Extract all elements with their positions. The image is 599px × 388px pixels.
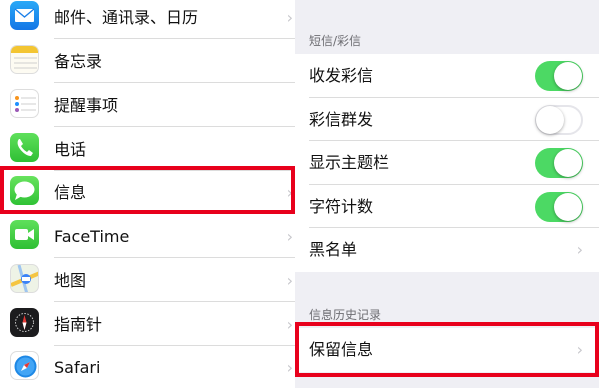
settings-item-notes[interactable]: 备忘录 xyxy=(0,40,295,83)
toggle-knob xyxy=(554,149,582,177)
toggle-knob xyxy=(554,62,582,90)
mms-toggle[interactable] xyxy=(535,61,583,91)
divider xyxy=(54,82,295,83)
character-count-toggle[interactable] xyxy=(535,191,583,222)
maps-icon xyxy=(10,264,39,293)
safari-icon xyxy=(10,351,39,380)
divider xyxy=(54,257,295,258)
group-mms-toggle[interactable] xyxy=(535,104,583,135)
setting-label: 彩信群发 xyxy=(309,109,374,129)
setting-row-character-count: 字符计数 xyxy=(295,185,599,228)
settings-item-safari[interactable]: Safari › xyxy=(0,346,295,388)
divider xyxy=(54,126,295,127)
section-header-message-history: 信息历史记录 xyxy=(309,308,382,322)
settings-item-label: Safari xyxy=(54,358,101,377)
settings-item-label: 地图 xyxy=(54,271,87,290)
settings-item-label: 备忘录 xyxy=(54,52,103,71)
settings-list: 邮件、通讯录、日历 › 备忘录 提醒事项 电话 信息 › FaceTime › … xyxy=(0,0,295,388)
phone-icon xyxy=(10,133,39,162)
settings-item-label: 邮件、通讯录、日历 xyxy=(54,8,199,27)
compass-icon xyxy=(10,308,39,337)
toggle-knob xyxy=(536,105,564,134)
facetime-icon xyxy=(10,220,39,249)
setting-label: 黑名单 xyxy=(309,240,358,259)
setting-row-mms: 收发彩信 xyxy=(295,54,599,98)
setting-label: 显示主题栏 xyxy=(309,153,390,172)
setting-label: 收发彩信 xyxy=(309,66,374,85)
mail-icon xyxy=(10,1,39,30)
section-header-sms-mms: 短信/彩信 xyxy=(309,34,362,48)
settings-item-compass[interactable]: 指南针 › xyxy=(0,303,295,346)
chevron-right-icon: › xyxy=(286,227,293,246)
setting-label: 字符计数 xyxy=(309,196,374,216)
notes-icon xyxy=(10,45,39,74)
subject-field-toggle[interactable] xyxy=(535,148,583,178)
settings-group-sms-mms: 收发彩信 彩信群发 显示主题栏 字符计数 黑名单 › xyxy=(295,54,599,272)
settings-item-mail[interactable]: 邮件、通讯录、日历 › xyxy=(0,0,295,39)
highlight-box-messages xyxy=(0,166,295,214)
toggle-knob xyxy=(554,192,582,221)
chevron-right-icon: › xyxy=(286,271,293,290)
divider xyxy=(54,301,295,302)
settings-item-label: 指南针 xyxy=(54,315,103,334)
chevron-right-icon: › xyxy=(576,240,583,259)
settings-item-reminders[interactable]: 提醒事项 xyxy=(0,84,295,127)
setting-row-subject-field: 显示主题栏 xyxy=(295,141,599,185)
settings-item-facetime[interactable]: FaceTime › xyxy=(0,215,295,258)
settings-item-label: 提醒事项 xyxy=(54,96,119,115)
settings-item-maps[interactable]: 地图 › xyxy=(0,259,295,302)
divider xyxy=(54,38,295,39)
chevron-right-icon: › xyxy=(286,358,293,377)
chevron-right-icon: › xyxy=(286,8,293,27)
settings-item-phone[interactable]: 电话 xyxy=(0,128,295,171)
highlight-box-keep-messages xyxy=(295,322,599,377)
chevron-right-icon: › xyxy=(286,315,293,334)
settings-item-label: FaceTime xyxy=(54,227,130,246)
reminders-icon xyxy=(10,89,39,118)
settings-item-label: 电话 xyxy=(54,140,87,159)
setting-row-blocked[interactable]: 黑名单 › xyxy=(295,228,599,272)
setting-row-group-mms: 彩信群发 xyxy=(295,98,599,141)
